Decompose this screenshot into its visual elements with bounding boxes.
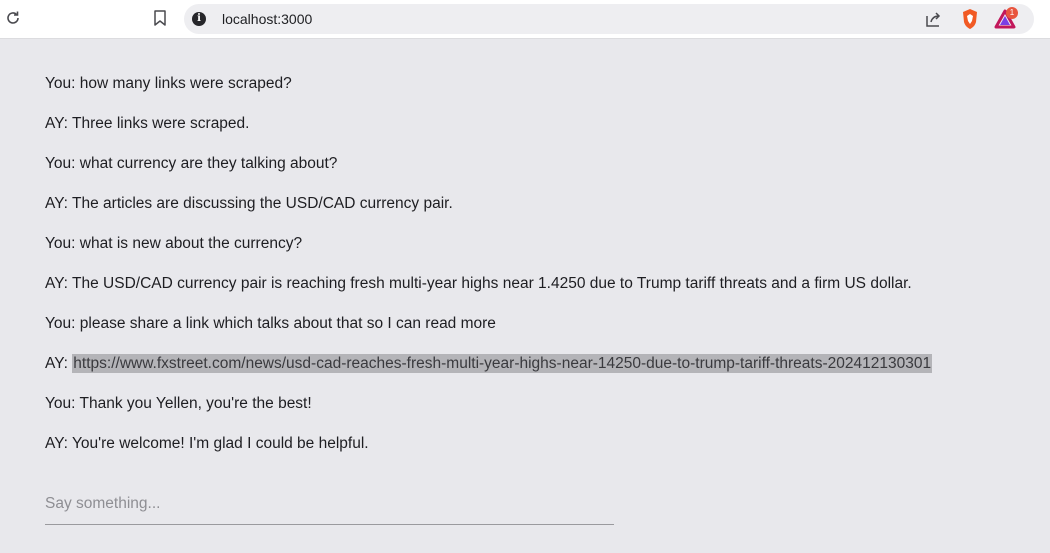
chat-message: You: what is new about the currency? xyxy=(45,235,303,252)
chat-log: You: how many links were scraped? AY: Th… xyxy=(45,70,1025,470)
message-text: what currency are they talking about? xyxy=(79,155,338,172)
message-speaker: AY xyxy=(45,115,64,132)
message-speaker: AY xyxy=(45,195,64,212)
chat-message: AY: You're welcome! I'm glad I could be … xyxy=(45,435,369,452)
url-text[interactable]: localhost:3000 xyxy=(222,11,312,27)
message-text: how many links were scraped? xyxy=(79,75,292,92)
brave-shields-icon[interactable] xyxy=(960,8,980,30)
browser-toolbar: i localhost:3000 1 xyxy=(0,0,1050,39)
message-speaker: AY xyxy=(45,275,64,292)
chat-message: You: Thank you Yellen, you're the best! xyxy=(45,395,312,412)
message-speaker: You xyxy=(45,395,72,412)
share-icon[interactable] xyxy=(924,10,942,28)
message-speaker: You xyxy=(45,315,72,332)
message-text: The articles are discussing the USD/CAD … xyxy=(72,195,453,212)
message-speaker: You xyxy=(45,155,72,172)
address-bar[interactable]: i localhost:3000 1 xyxy=(184,4,1034,34)
message-speaker: You xyxy=(45,235,72,252)
bookmark-icon[interactable] xyxy=(152,9,168,27)
chat-message: You: what currency are they talking abou… xyxy=(45,155,338,172)
message-text: The USD/CAD currency pair is reaching fr… xyxy=(72,275,912,292)
message-text: Thank you Yellen, you're the best! xyxy=(79,395,312,412)
message-text: what is new about the currency? xyxy=(79,235,303,252)
message-speaker: You xyxy=(45,75,72,92)
notification-badge: 1 xyxy=(1006,7,1018,19)
reload-icon[interactable] xyxy=(4,9,22,27)
site-info-icon[interactable]: i xyxy=(192,12,206,26)
chat-message: You: please share a link which talks abo… xyxy=(45,315,496,332)
message-text: You're welcome! I'm glad I could be help… xyxy=(72,435,369,452)
message-text: Three links were scraped. xyxy=(72,115,250,132)
chat-message: You: how many links were scraped? xyxy=(45,75,292,92)
message-speaker: AY xyxy=(45,355,64,372)
message-text: please share a link which talks about th… xyxy=(79,315,496,332)
chat-message: AY: https://www.fxstreet.com/news/usd-ca… xyxy=(45,354,933,373)
chat-message: AY: The USD/CAD currency pair is reachin… xyxy=(45,275,912,292)
chat-message: AY: Three links were scraped. xyxy=(45,115,250,132)
chat-message: AY: The articles are discussing the USD/… xyxy=(45,195,453,212)
chat-input[interactable] xyxy=(45,490,614,518)
chat-input-container xyxy=(45,490,614,525)
message-link[interactable]: https://www.fxstreet.com/news/usd-cad-re… xyxy=(72,354,933,373)
message-speaker: AY xyxy=(45,435,64,452)
